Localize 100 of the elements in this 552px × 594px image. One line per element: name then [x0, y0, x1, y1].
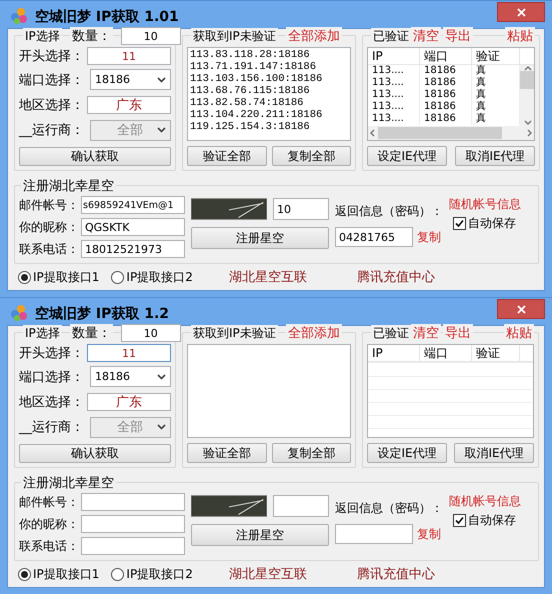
email-field[interactable]: [81, 493, 185, 511]
verify-all-button[interactable]: 验证全部: [187, 443, 266, 463]
phone-field[interactable]: 18012521973: [81, 240, 185, 258]
verified-ip-list[interactable]: IP 端口 验证: [367, 344, 534, 438]
ip-line: 113.104.220.211:18186: [190, 109, 324, 121]
footer-link[interactable]: 腾讯充值中心: [354, 268, 437, 286]
app-logo-icon: [9, 304, 29, 322]
ip-line: 119.125.154.3:18186: [190, 121, 311, 133]
start-field[interactable]: 11: [87, 344, 171, 362]
phone-field[interactable]: [81, 537, 185, 555]
nickname-field[interactable]: [81, 515, 185, 533]
group-legend: 注册湖北幸星空: [21, 177, 116, 195]
group-legend: 已验证: [371, 28, 411, 44]
field-label: 联系电话：: [19, 240, 79, 258]
footer-link[interactable]: 腾讯充值中心: [354, 565, 437, 583]
set-proxy-button[interactable]: 设定IE代理: [367, 146, 447, 166]
column-header[interactable]: 验证: [472, 345, 520, 361]
field-label: 地区选择：: [19, 96, 85, 114]
region-field[interactable]: 广东: [87, 96, 171, 114]
start-field[interactable]: 11: [87, 47, 171, 66]
paste-link[interactable]: 粘贴: [504, 324, 534, 342]
add-all-link[interactable]: 全部添加: [286, 27, 342, 45]
export-link[interactable]: 导出: [443, 27, 473, 45]
table-cell: 113....: [368, 77, 420, 89]
table-cell: 18186: [420, 89, 472, 101]
auto-save-checkbox[interactable]: 自动保存: [453, 512, 521, 529]
clear-link[interactable]: 清空: [411, 27, 441, 45]
column-header[interactable]: 验证: [472, 48, 520, 64]
table-cell: 18186: [420, 65, 472, 77]
interface-radio[interactable]: IP提取接口1: [18, 268, 100, 286]
copy-link[interactable]: 复制: [417, 228, 441, 246]
copy-all-button[interactable]: 复制全部: [272, 443, 351, 463]
random-account-link[interactable]: 随机帐号信息: [449, 493, 521, 510]
cancel-proxy-button[interactable]: 取消IE代理: [454, 443, 534, 463]
register-button[interactable]: 注册星空: [191, 524, 329, 546]
clear-link[interactable]: 清空: [411, 324, 441, 342]
interface-radio[interactable]: IP提取接口1: [18, 566, 100, 582]
app-logo-icon: [9, 7, 29, 25]
random-account-link[interactable]: 随机帐号信息: [449, 196, 521, 213]
window-title: 空城旧梦 IP获取 1.2: [35, 305, 170, 323]
confirm-fetch-button[interactable]: 确认获取: [19, 444, 171, 463]
ip-text-area[interactable]: 113.83.118.28:18186 113.71.191.147:18186 113.103.156.100:18186 113.68.76.115:18186 113.82.58.74:18186 113.104.220.211:18186 119.125.154.3:18186: [187, 47, 351, 141]
field-label: __运行商：: [19, 122, 85, 140]
interface-radio[interactable]: IP提取接口2: [111, 268, 193, 286]
group-legend: 获取到IP未验证: [191, 28, 278, 44]
add-all-link[interactable]: 全部添加: [286, 324, 342, 342]
field-label: 邮件帐号：: [19, 494, 79, 510]
footer-link[interactable]: 湖北星空互联: [226, 268, 309, 286]
column-header[interactable]: IP: [368, 48, 420, 64]
field-label: 你的昵称：: [19, 516, 79, 532]
interface-radio[interactable]: IP提取接口2: [111, 566, 193, 582]
ip-line: 113.82.58.74:18186: [190, 97, 304, 109]
copy-link[interactable]: 复制: [417, 526, 441, 542]
region-field[interactable]: 广东: [87, 392, 171, 411]
copy-all-button[interactable]: 复制全部: [272, 146, 351, 166]
field-label: 返回信息（密码）：: [335, 203, 443, 220]
count-field[interactable]: 10: [120, 27, 181, 45]
group-legend: IP选择: [23, 28, 62, 44]
close-icon: [516, 8, 526, 16]
column-header[interactable]: 端口: [420, 48, 472, 64]
ip-line: 113.71.191.147:18186: [190, 61, 318, 73]
captcha-field[interactable]: 10: [273, 198, 329, 220]
confirm-fetch-button[interactable]: 确认获取: [19, 146, 171, 166]
verified-ip-list[interactable]: IP 端口 验证 113.... 18186 真 113.... 18186 真 113.... 18186 真 113.... 18186 真 113.... 18186 真: [367, 47, 535, 141]
set-proxy-button[interactable]: 设定IE代理: [367, 443, 447, 463]
auto-save-checkbox[interactable]: 自动保存: [453, 215, 521, 232]
ip-text-area[interactable]: [187, 344, 351, 438]
table-cell: 113....: [368, 65, 420, 77]
close-button[interactable]: [497, 2, 545, 22]
email-field[interactable]: s69859241VEm@1: [81, 196, 185, 214]
table-cell: 113....: [368, 101, 420, 113]
field-label: 你的昵称：: [19, 218, 79, 236]
nickname-field[interactable]: QGSKTK: [81, 218, 185, 236]
checkmark-icon: [455, 219, 464, 228]
footer-link[interactable]: 湖北星空互联: [226, 565, 309, 583]
vertical-scrollbar[interactable]: [520, 65, 534, 126]
ip-line: 113.103.156.100:18186: [190, 73, 324, 85]
port-dropdown[interactable]: 18186: [90, 366, 171, 388]
group-legend: 已验证: [371, 324, 411, 342]
field-label: 数量：: [70, 324, 113, 342]
field-label: 返回信息（密码）：: [335, 500, 443, 517]
captcha-field[interactable]: [273, 495, 329, 517]
horizontal-scrollbar[interactable]: [368, 126, 534, 140]
table-cell: 18186: [420, 113, 472, 125]
column-header[interactable]: IP: [368, 345, 420, 361]
password-field[interactable]: 04281765: [335, 227, 413, 247]
field-label: 开头选择：: [19, 48, 85, 66]
export-link[interactable]: 导出: [443, 324, 473, 342]
cancel-proxy-button[interactable]: 取消IE代理: [455, 146, 535, 166]
field-label: 端口选择：: [19, 368, 85, 386]
count-field[interactable]: 10: [120, 324, 181, 342]
password-field[interactable]: [335, 524, 413, 544]
verify-all-button[interactable]: 验证全部: [187, 146, 266, 166]
column-header[interactable]: 端口: [420, 345, 472, 361]
paste-link[interactable]: 粘贴: [505, 27, 535, 45]
register-button[interactable]: 注册星空: [191, 227, 329, 249]
field-label: 联系电话：: [19, 538, 79, 554]
field-label: 邮件帐号：: [19, 196, 79, 214]
close-button[interactable]: [497, 299, 545, 319]
port-dropdown[interactable]: 18186: [90, 69, 171, 90]
